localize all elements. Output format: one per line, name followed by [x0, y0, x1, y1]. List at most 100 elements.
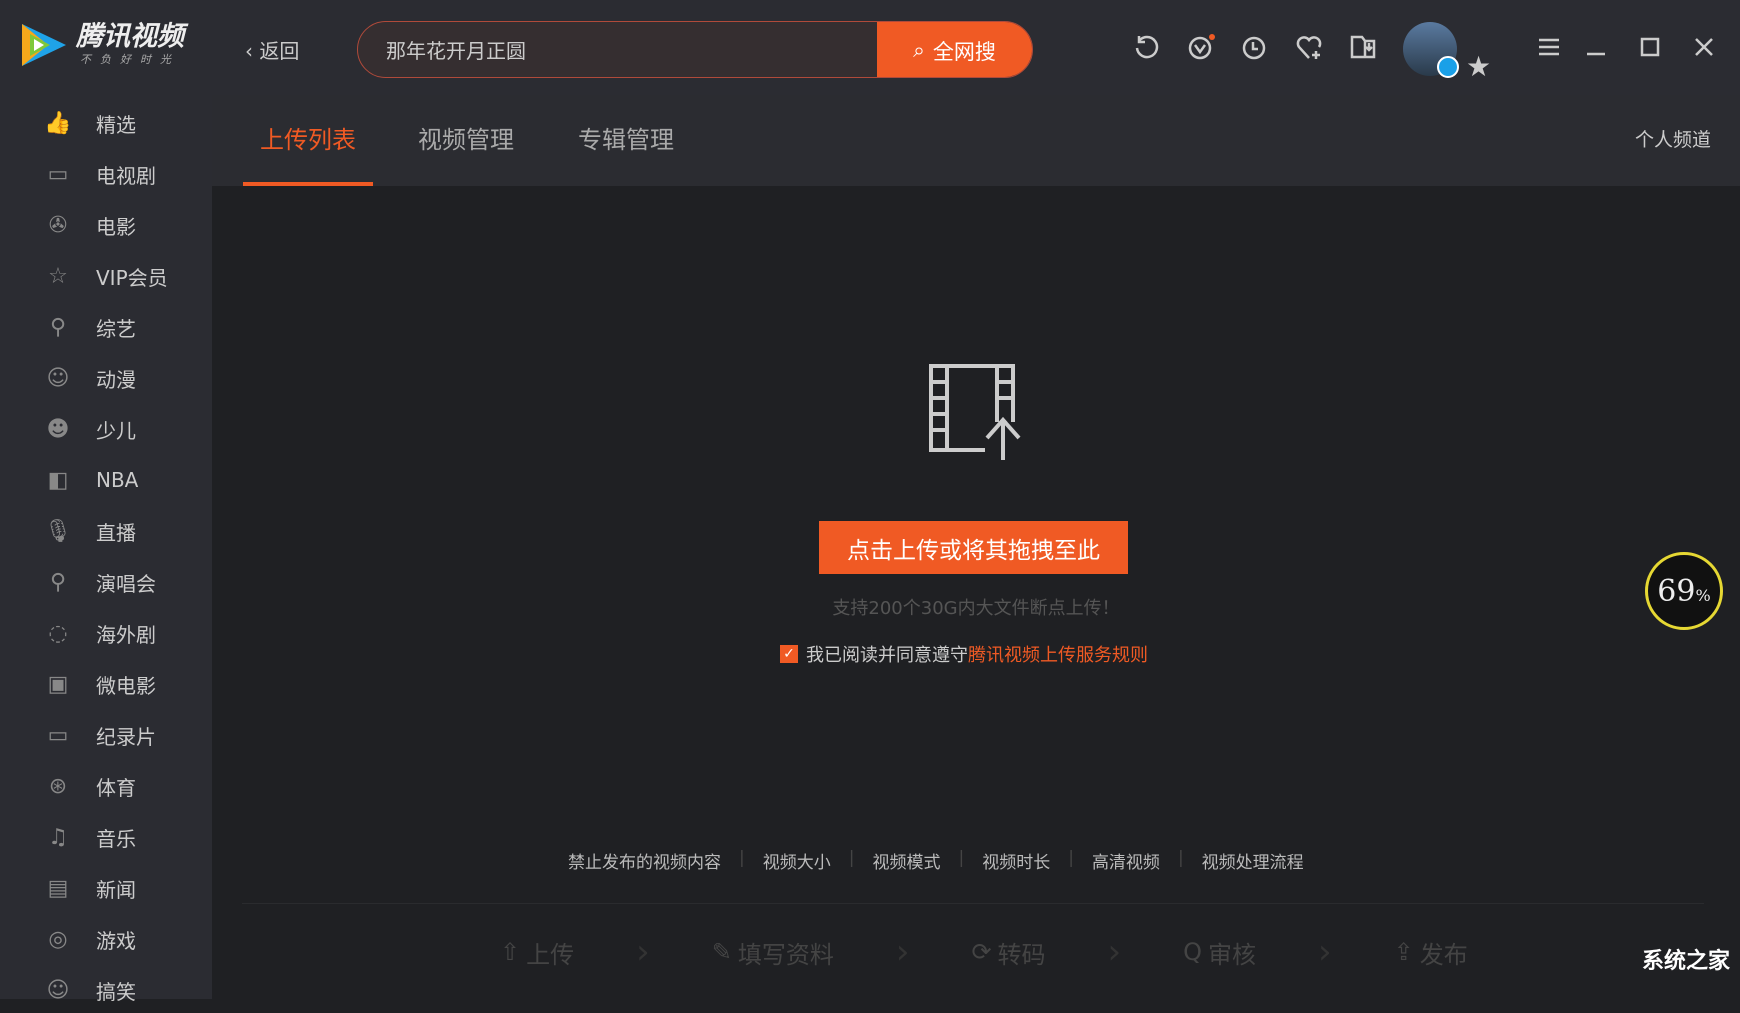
qq-badge-icon: [1437, 56, 1459, 78]
sidebar-item-label: 游戏: [96, 928, 136, 953]
sidebar-item-label: 精选: [96, 112, 136, 137]
help-link[interactable]: 视频处理流程: [1202, 848, 1304, 873]
percent-value: 69: [1657, 573, 1696, 609]
tab-video-management[interactable]: 视频管理: [418, 95, 514, 186]
search-button[interactable]: ⌕ 全网搜: [877, 22, 1032, 77]
sidebar-item[interactable]: ◎ 游戏: [0, 916, 212, 962]
vip-icon[interactable]: [1186, 32, 1216, 62]
sidebar-item-label: 综艺: [96, 316, 136, 341]
back-label: 返回: [259, 39, 300, 63]
help-link[interactable]: 视频大小: [763, 848, 831, 873]
sidebar-icon: ⚲: [49, 569, 67, 595]
step-icon: Q: [1183, 938, 1203, 966]
tab-album-management[interactable]: 专辑管理: [578, 95, 674, 186]
sidebar-item[interactable]: ☺ 动漫: [0, 355, 212, 401]
sidebar-item-label: 电视剧: [96, 163, 156, 188]
app-slogan: 不负好时光: [80, 53, 180, 66]
sidebar-item[interactable]: 🎙 直播: [0, 508, 212, 554]
minimize-icon[interactable]: [1581, 32, 1611, 62]
sidebar-icon: ☺: [46, 365, 70, 391]
step-label: 审核: [1208, 940, 1257, 969]
help-link[interactable]: 视频时长: [982, 848, 1050, 873]
sidebar-item[interactable]: ▤ 新闻: [0, 865, 212, 911]
separator: |: [1068, 848, 1074, 868]
help-link[interactable]: 高清视频: [1092, 848, 1160, 873]
history-icon[interactable]: [1239, 32, 1269, 62]
separator: |: [958, 848, 965, 868]
sidebar-item[interactable]: ✇ 电影: [0, 202, 212, 248]
tab-upload-list[interactable]: 上传列表: [243, 95, 373, 186]
watermark: 系统之家: [1641, 949, 1730, 974]
agree-checkbox[interactable]: ✓: [780, 645, 798, 663]
sidebar-item-label: 微电影: [96, 673, 156, 698]
level-star-icon[interactable]: ★: [1466, 50, 1491, 83]
upload-hint: 支持200个30G内大文件断点上传！: [832, 598, 1120, 619]
sidebar-item[interactable]: 👍 精选: [0, 100, 212, 146]
step-label: 上传: [526, 940, 575, 969]
search-bar: ⌕ 全网搜: [357, 21, 1033, 78]
menu-icon[interactable]: [1534, 32, 1564, 62]
sidebar-item[interactable]: ▣ 微电影: [0, 661, 212, 707]
sidebar-icon: 🎙: [44, 518, 72, 544]
help-links: 禁止发布的视频内容 | 视频大小 | 视频模式 | 视频时长 | 高清视频 | 视频处理流程: [568, 848, 1304, 873]
sidebar-icon: ◎: [48, 926, 68, 952]
sidebar-icon: ◧: [47, 467, 69, 493]
step-arrow-icon: ›: [1318, 932, 1332, 972]
sidebar-item[interactable]: ⚲ 综艺: [0, 304, 212, 350]
sidebar-item-label: 音乐: [96, 826, 136, 851]
app-logo[interactable]: 腾讯视频 不负好时光: [18, 20, 184, 70]
step-icon: ⇪: [1393, 938, 1414, 966]
sidebar-item[interactable]: ▭ 电视剧: [0, 151, 212, 197]
step: ✎ 填写资料: [712, 935, 834, 970]
sidebar-item[interactable]: ☆ VIP会员: [0, 253, 212, 299]
sidebar-icon: ✇: [48, 212, 68, 238]
step-arrow-icon: ›: [1107, 932, 1122, 972]
sidebar-icon: ☆: [48, 263, 68, 289]
sidebar-item[interactable]: ▭ 纪录片: [0, 712, 212, 758]
sidebar-icon: ♫: [48, 824, 68, 850]
favorite-icon[interactable]: [1294, 32, 1324, 62]
sidebar-item[interactable]: ⊛ 体育: [0, 763, 212, 809]
refresh-icon[interactable]: [1131, 32, 1161, 62]
agree-text: 我已阅读并同意遵守: [806, 645, 968, 666]
sidebar-item-label: VIP会员: [96, 265, 168, 290]
sidebar-item-label: NBA: [96, 468, 139, 492]
search-icon: ⌕: [913, 38, 925, 62]
upload-button[interactable]: 点击上传或将其拖拽至此: [819, 521, 1128, 574]
step: ⇧ 上传: [500, 935, 574, 970]
sidebar-item[interactable]: ☺ 搞笑: [0, 967, 212, 1013]
sidebar-item-label: 动漫: [96, 367, 136, 392]
chevron-left-icon: ‹: [245, 39, 253, 63]
sidebar-item-label: 海外剧: [96, 622, 156, 647]
sidebar-icon: ▣: [47, 671, 69, 697]
download-icon[interactable]: [1348, 32, 1378, 62]
sidebar-item-label: 少儿: [96, 418, 136, 443]
help-link[interactable]: 禁止发布的视频内容: [568, 848, 721, 873]
help-link[interactable]: 视频模式: [872, 848, 940, 873]
sidebar-icon: ▭: [47, 161, 69, 187]
tab-bar: 上传列表 视频管理 专辑管理 个人频道: [212, 95, 1740, 186]
sidebar-item-label: 电影: [96, 214, 136, 239]
app-name: 腾讯视频: [76, 21, 184, 52]
sidebar-item[interactable]: ☻ 少儿: [0, 406, 212, 452]
sidebar-item-label: 演唱会: [96, 571, 156, 596]
sidebar-icon: ⚲: [49, 314, 67, 340]
sidebar-item[interactable]: ♫ 音乐: [0, 814, 212, 860]
upload-rules-link[interactable]: 腾讯视频上传服务规则: [968, 645, 1148, 666]
step-icon: ✎: [711, 938, 732, 966]
separator: |: [1177, 848, 1184, 868]
personal-channel-link[interactable]: 个人频道: [1635, 95, 1711, 186]
step: ⟳ 转码: [971, 935, 1045, 970]
divider: [242, 903, 1704, 904]
back-button[interactable]: ‹ 返回: [245, 35, 299, 64]
sidebar-item[interactable]: ◧ NBA: [0, 457, 212, 503]
sidebar-icon: ⊛: [48, 773, 68, 799]
search-input[interactable]: [386, 22, 886, 76]
close-icon[interactable]: [1689, 32, 1719, 62]
film-upload-icon: [929, 364, 1021, 460]
sidebar-icon: 👍: [44, 110, 72, 136]
sidebar-item-label: 搞笑: [96, 979, 136, 1004]
maximize-icon[interactable]: [1635, 32, 1665, 62]
sidebar-item-label: 纪录片: [96, 724, 156, 749]
speed-ball-overlay[interactable]: 69%: [1645, 552, 1723, 630]
